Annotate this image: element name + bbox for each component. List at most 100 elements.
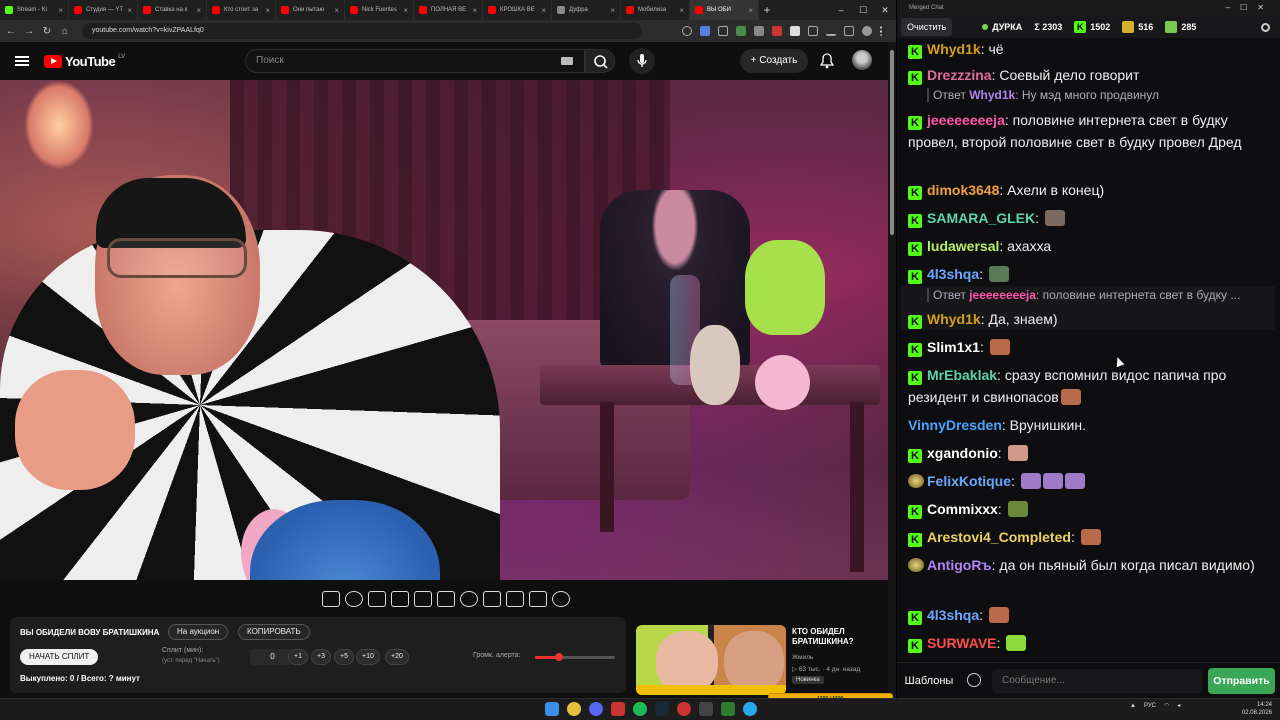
chat-message[interactable]: K Slim1x1: — [908, 336, 1270, 358]
notifications-bell-icon[interactable] — [820, 53, 834, 69]
tab-close-icon[interactable]: × — [472, 6, 477, 15]
app-icon[interactable] — [699, 702, 713, 716]
browser-tab[interactable]: Дуфра × — [552, 0, 621, 20]
camera-icon[interactable] — [506, 591, 524, 607]
extension-icon[interactable] — [736, 26, 746, 36]
screen-icon[interactable] — [414, 591, 432, 607]
bookmark-star-icon[interactable] — [718, 26, 728, 36]
reply-quote[interactable]: Ответ jeeeeeeeeja: половине интернета св… — [927, 288, 1267, 302]
emoji-icon[interactable] — [967, 673, 981, 687]
app-icon[interactable] — [611, 702, 625, 716]
chat-username[interactable]: dimok3648 — [927, 182, 999, 198]
increment-button[interactable]: +1 — [288, 649, 308, 665]
volume-icon[interactable]: ◂ — [1177, 702, 1180, 709]
voice-search-button[interactable] — [629, 48, 655, 74]
search-button[interactable] — [585, 49, 615, 73]
hamburger-menu-icon[interactable] — [15, 56, 29, 66]
download-icon[interactable] — [826, 26, 836, 36]
tab-close-icon[interactable]: × — [541, 6, 546, 15]
app-icon[interactable] — [721, 702, 735, 716]
chat-username[interactable]: SAMARA_GLEK — [927, 210, 1035, 226]
extension-icon[interactable] — [790, 26, 800, 36]
increment-button[interactable]: +5 — [334, 649, 354, 665]
tab-close-icon[interactable]: × — [196, 6, 201, 15]
increment-button[interactable]: +20 — [385, 649, 409, 665]
zoom-icon[interactable] — [682, 26, 692, 36]
slider-knob[interactable] — [555, 653, 563, 661]
tab-close-icon[interactable]: × — [58, 6, 63, 15]
chat-username[interactable]: 4l3shqa — [927, 266, 979, 282]
chat-message[interactable]: K 4l3shqa: — [908, 263, 1270, 285]
browser-tab[interactable]: Nick Fuentes × — [345, 0, 414, 20]
gear-icon[interactable] — [552, 591, 570, 607]
window-controls[interactable]: –☐✕ — [1226, 0, 1274, 16]
browser-tab[interactable]: Студия — YT × — [69, 0, 138, 20]
extension-icon[interactable] — [772, 26, 782, 36]
windows-start-icon[interactable] — [545, 702, 559, 716]
loop-icon[interactable] — [322, 591, 340, 607]
keyboard-icon[interactable] — [561, 57, 573, 65]
translate-icon[interactable] — [700, 26, 710, 36]
chat-username[interactable]: xgandonio — [927, 445, 998, 461]
reply-quote[interactable]: Ответ Whyd1k: Ну мэд много продвинул — [927, 88, 1267, 102]
cinema-icon[interactable] — [437, 591, 455, 607]
send-button[interactable]: Отправить — [1208, 668, 1275, 694]
speed-icon[interactable] — [460, 591, 478, 607]
menu-icon[interactable] — [880, 26, 890, 36]
chat-messages[interactable]: K Whyd1k: чё K Drezzzina: Соевый дело говор… — [897, 38, 1280, 660]
gear-icon[interactable] — [1261, 22, 1270, 32]
chat-message[interactable]: K MrEbaklak: сразу вспомнил видос папича … — [908, 364, 1270, 408]
chat-message[interactable]: VinnyDresden: Врунишкин. — [908, 414, 1270, 436]
reload-icon[interactable]: ↻ — [42, 26, 52, 37]
browser-tab[interactable]: Stream - Ki × — [0, 0, 69, 20]
sidebar-icon[interactable] — [844, 26, 854, 36]
chat-username[interactable]: 4l3shqa — [927, 607, 979, 623]
add-video-icon[interactable] — [483, 591, 501, 607]
chat-message[interactable]: K Commixxx: — [908, 498, 1270, 520]
chrome-icon[interactable] — [567, 702, 581, 716]
close-icon[interactable]: ✕ — [874, 0, 896, 20]
extension-icon[interactable] — [754, 26, 764, 36]
channel-name[interactable]: Жмиль — [792, 654, 813, 661]
chat-username[interactable]: ludawersal — [927, 238, 999, 254]
maximize-icon[interactable]: ☐ — [852, 0, 874, 20]
telegram-icon[interactable] — [743, 702, 757, 716]
chat-message[interactable]: Kludawersal: ахахха — [908, 235, 1270, 257]
create-button[interactable]: + Создать — [740, 49, 808, 73]
chat-message[interactable]: K Drezzzina: Соевый дело говорит — [908, 64, 1270, 86]
tab-close-icon[interactable]: × — [679, 6, 684, 15]
chat-username[interactable]: FelixKotique — [927, 473, 1011, 489]
clapper-icon[interactable] — [391, 591, 409, 607]
tab-close-icon[interactable]: × — [403, 6, 408, 15]
chat-username[interactable]: Arestovi4_Completed — [927, 529, 1071, 545]
chat-message[interactable]: K Whyd1k: Да, знаем) — [908, 308, 1270, 330]
video-thumbnail[interactable] — [636, 625, 786, 695]
browser-tab[interactable]: КРОШКА ВЕ × — [483, 0, 552, 20]
steam-icon[interactable] — [655, 702, 669, 716]
chat-username[interactable]: AntigoRъ — [927, 557, 992, 573]
chat-message[interactable]: K 4l3shqa: — [908, 604, 1270, 626]
tab-close-icon[interactable]: × — [748, 6, 753, 15]
alert-volume-slider[interactable] — [535, 653, 615, 661]
reply-username[interactable]: jeeeeeeeeja — [969, 288, 1036, 302]
chat-username[interactable]: MrEbaklak — [927, 367, 997, 383]
templates-button[interactable]: Шаблоны — [903, 670, 955, 692]
chat-message[interactable]: AntigoRъ: да он пьяный был когда писал в… — [908, 554, 1270, 576]
tab-close-icon[interactable]: × — [127, 6, 132, 15]
browser-tab[interactable]: ПОЛНАЯ ВЕ × — [414, 0, 483, 20]
minimize-icon[interactable]: – — [830, 0, 852, 20]
reply-username[interactable]: Whyd1k — [969, 88, 1015, 102]
chat-message[interactable]: K SAMARA_GLEK: — [908, 207, 1270, 229]
spotify-icon[interactable] — [633, 702, 647, 716]
video-settings-icon[interactable] — [368, 591, 386, 607]
new-tab-button[interactable]: + — [759, 3, 775, 17]
browser-tab[interactable]: Мобилиза × — [621, 0, 690, 20]
copy-button[interactable]: КОПИРОВАТЬ — [238, 624, 310, 640]
start-split-button[interactable]: НАЧАТЬ СПЛИТ — [20, 649, 99, 665]
chat-username[interactable]: Slim1x1 — [927, 339, 980, 355]
chat-message[interactable]: K Arestovi4_Completed: — [908, 526, 1270, 548]
recommended-video[interactable]: КТО ОБИДЕЛ БРАТИШКИНА? Жмиль ▷ 63 тыс. ·… — [636, 625, 886, 695]
flask-icon[interactable] — [529, 591, 547, 607]
clock[interactable]: 14:24 02.08.2026 — [1242, 701, 1272, 717]
recommended-title[interactable]: КТО ОБИДЕЛ БРАТИШКИНА? — [792, 627, 886, 647]
